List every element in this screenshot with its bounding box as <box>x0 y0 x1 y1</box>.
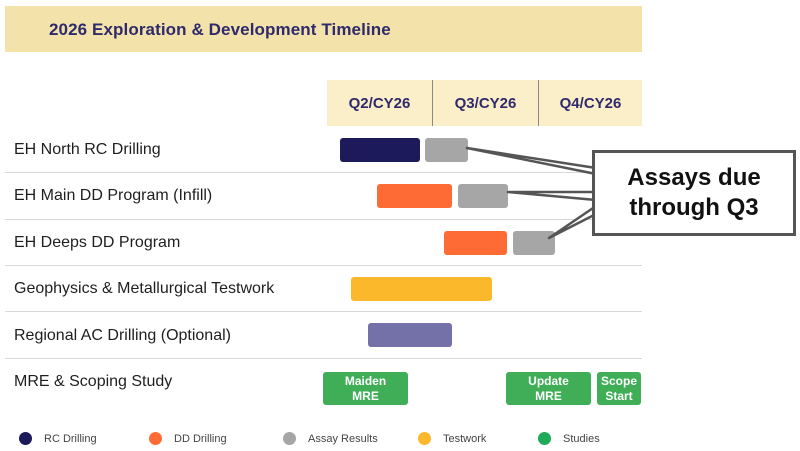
legend-item-studies: Studies <box>538 432 600 445</box>
legend-label: RC Drilling <box>44 432 97 445</box>
callout-pointer <box>547 204 598 240</box>
legend-label: Testwork <box>443 432 487 445</box>
callout-line: Assays due <box>627 164 761 191</box>
legend-label: DD Drilling <box>174 432 227 445</box>
callout-pointer <box>465 146 598 176</box>
legend-item-rc: RC Drilling <box>19 432 97 445</box>
legend-label: Studies <box>563 432 600 445</box>
legend-dot <box>19 432 32 445</box>
legend-dot <box>418 432 431 445</box>
callout-line: through Q3 <box>629 194 759 221</box>
callout-pointer <box>506 190 598 202</box>
legend-item-dd: DD Drilling <box>149 432 227 445</box>
legend-dot <box>149 432 162 445</box>
legend-label: Assay Results <box>308 432 378 445</box>
legend-dot <box>538 432 551 445</box>
legend-dot <box>283 432 296 445</box>
legend-item-testwork: Testwork <box>418 432 486 445</box>
assays-callout: Assays due through Q3 <box>592 150 796 236</box>
legend-item-assay: Assay Results <box>283 432 378 445</box>
